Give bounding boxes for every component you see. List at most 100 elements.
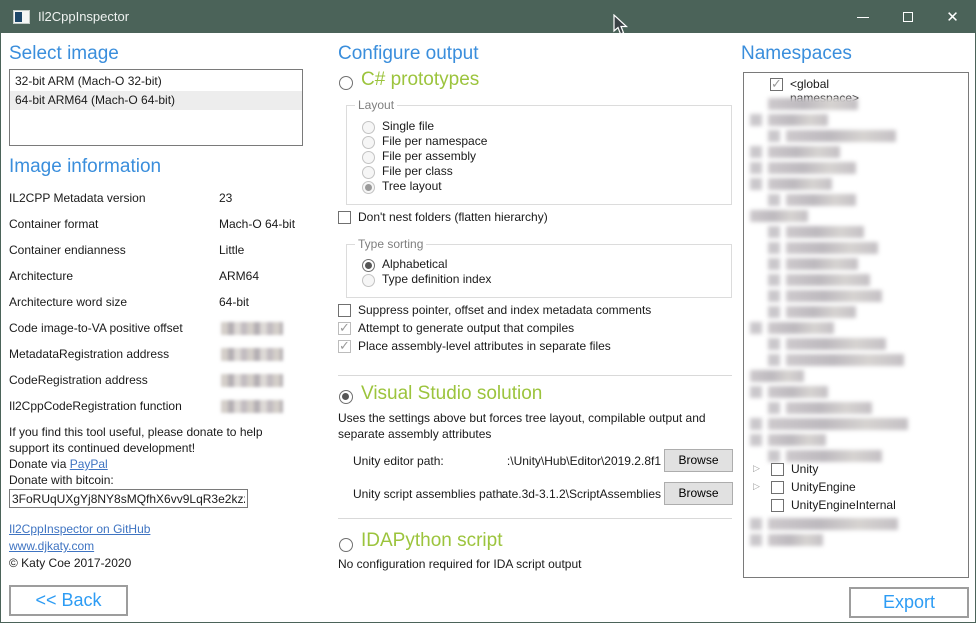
close-icon: ✕ (946, 8, 959, 26)
unity-editor-path-label: Unity editor path: (353, 454, 444, 468)
redacted-value (221, 400, 283, 413)
visual-studio-title: Visual Studio solution (361, 383, 542, 405)
browse-assemblies-button[interactable]: Browse (664, 482, 733, 505)
unity-checkbox[interactable] (771, 463, 784, 476)
image-info-heading: Image information (9, 156, 161, 178)
type-sorting-group-label: Type sorting (355, 237, 426, 251)
idapython-radio[interactable] (339, 538, 353, 552)
single-file-label: Single file (382, 119, 434, 133)
visual-studio-radio[interactable] (339, 390, 353, 404)
window-title: Il2CppInspector (38, 9, 129, 24)
redacted-value (221, 374, 283, 387)
info-row: IL2CPP Metadata version 23 (9, 191, 303, 207)
mouse-cursor (613, 14, 629, 36)
info-row: Container format Mach-O 64-bit (9, 217, 303, 233)
info-label: Container format (9, 217, 98, 231)
expander-icon[interactable]: ▷ (753, 482, 760, 492)
close-button[interactable]: ✕ (930, 1, 975, 33)
expander-icon[interactable]: ▷ (753, 464, 760, 474)
titlebar[interactable]: Il2CppInspector ✕ (1, 1, 975, 33)
info-value: Mach-O 64-bit (219, 217, 295, 231)
info-value: 64-bit (219, 295, 249, 309)
donation-text: If you find this tool useful, please don… (9, 424, 305, 456)
file-per-namespace-label: File per namespace (382, 134, 487, 148)
script-assemblies-path-value: ate.3d-3.1.2\ScriptAssemblies (469, 487, 661, 501)
export-button[interactable]: Export (849, 587, 969, 618)
info-value: ARM64 (219, 269, 259, 283)
file-per-namespace-radio[interactable] (362, 136, 375, 149)
unityengine-checkbox[interactable] (771, 481, 784, 494)
back-button[interactable]: << Back (9, 585, 128, 616)
type-definition-index-radio[interactable] (362, 274, 375, 287)
layout-groupbox: Layout Single file File per namespace Fi… (346, 105, 732, 205)
info-row: Il2CppCodeRegistration function (9, 399, 303, 415)
info-row: MetadataRegistration address (9, 347, 303, 363)
redacted-value (221, 348, 283, 361)
tree-layout-radio[interactable] (362, 181, 375, 194)
file-per-class-label: File per class (382, 164, 453, 178)
csharp-prototypes-title: C# prototypes (361, 69, 479, 91)
configure-output-heading: Configure output (338, 43, 479, 65)
namespaces-heading: Namespaces (741, 43, 852, 65)
separator (338, 518, 732, 519)
bitcoin-address-input[interactable] (9, 489, 248, 508)
layout-group-label: Layout (355, 98, 397, 112)
alphabetical-label: Alphabetical (382, 257, 447, 271)
list-item[interactable]: 32-bit ARM (Mach-O 32-bit) (10, 72, 302, 91)
visual-studio-description: Uses the settings above but forces tree … (338, 410, 722, 442)
donate-bitcoin-label: Donate with bitcoin: (9, 473, 114, 487)
separate-attributes-checkbox[interactable] (338, 340, 351, 353)
info-row: CodeRegistration address (9, 373, 303, 389)
donate-via-line: Donate via PayPal (9, 457, 108, 471)
info-row: Container endianness Little (9, 243, 303, 259)
global-namespace-checkbox[interactable] (770, 78, 783, 91)
maximize-icon (903, 12, 913, 22)
info-value: Little (219, 243, 244, 257)
separate-attributes-label: Place assembly-level attributes in separ… (358, 339, 611, 353)
compilable-output-checkbox[interactable] (338, 322, 351, 335)
redacted-value (221, 322, 283, 335)
info-row: Architecture word size 64-bit (9, 295, 303, 311)
type-definition-index-label: Type definition index (382, 272, 491, 286)
dont-nest-checkbox[interactable] (338, 211, 351, 224)
website-link[interactable]: www.djkaty.com (9, 539, 94, 553)
tree-item-label: UnityEngine (791, 480, 856, 494)
app-icon (13, 10, 30, 24)
dont-nest-label: Don't nest folders (flatten hierarchy) (358, 210, 548, 224)
select-image-heading: Select image (9, 43, 119, 65)
unityengineinternal-checkbox[interactable] (771, 499, 784, 512)
paypal-link[interactable]: PayPal (70, 457, 108, 471)
minimize-icon (857, 17, 869, 18)
list-item-selected[interactable]: 64-bit ARM64 (Mach-O 64-bit) (10, 91, 302, 110)
image-listbox[interactable]: 32-bit ARM (Mach-O 32-bit) 64-bit ARM64 … (9, 69, 303, 146)
single-file-radio[interactable] (362, 121, 375, 134)
file-per-assembly-radio[interactable] (362, 151, 375, 164)
info-label: CodeRegistration address (9, 373, 148, 387)
csharp-prototypes-radio[interactable] (339, 76, 353, 90)
namespaces-tree[interactable]: <global namespace> ▷ Unity ▷ (743, 72, 969, 578)
suppress-comments-checkbox[interactable] (338, 304, 351, 317)
browse-editor-button[interactable]: Browse (664, 449, 733, 472)
info-label: Container endianness (9, 243, 126, 257)
separator (338, 375, 732, 376)
info-value: 23 (219, 191, 232, 205)
info-label: Architecture (9, 269, 73, 283)
maximize-button[interactable] (885, 1, 930, 33)
tree-item-label: Unity (791, 462, 818, 476)
minimize-button[interactable] (840, 1, 885, 33)
tree-item-label: UnityEngineInternal (791, 498, 896, 512)
info-row: Architecture ARM64 (9, 269, 303, 285)
info-row: Code image-to-VA positive offset (9, 321, 303, 337)
info-label: MetadataRegistration address (9, 347, 169, 361)
type-sorting-groupbox: Type sorting Alphabetical Type definitio… (346, 244, 732, 298)
info-label: IL2CPP Metadata version (9, 191, 146, 205)
donate-via-text: Donate via (9, 457, 70, 471)
copyright-text: © Katy Coe 2017-2020 (9, 556, 131, 570)
alphabetical-radio[interactable] (362, 259, 375, 272)
github-link[interactable]: Il2CppInspector on GitHub (9, 522, 150, 536)
file-per-class-radio[interactable] (362, 166, 375, 179)
app-window: Il2CppInspector ✕ Select image 32-bit AR… (0, 0, 976, 623)
unity-editor-path-value: :\Unity\Hub\Editor\2019.2.8f1 (469, 454, 661, 468)
info-label: Il2CppCodeRegistration function (9, 399, 182, 413)
idapython-description: No configuration required for IDA script… (338, 557, 581, 571)
